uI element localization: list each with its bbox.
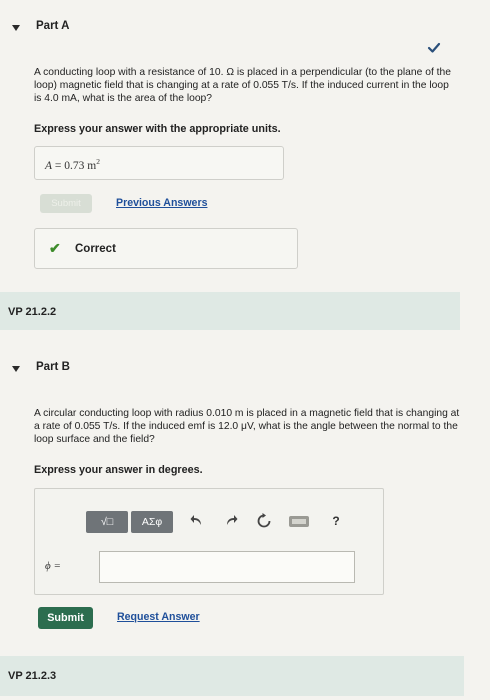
keyboard-keys <box>292 519 306 524</box>
part-a-title: Part A <box>36 20 70 32</box>
section-band-vp-21-2-2: VP 21.2.2 <box>0 292 460 330</box>
section-band-vp-21-2-3: VP 21.2.3 <box>0 656 464 696</box>
part-a-submit-button: Submit <box>40 194 92 213</box>
section-label-vp-21-2-2: VP 21.2.2 <box>8 306 57 318</box>
part-b-submit-button[interactable]: Submit <box>38 607 93 629</box>
help-button[interactable]: ? <box>329 513 343 529</box>
redo-icon[interactable] <box>223 514 239 531</box>
collapse-part-a-icon[interactable] <box>12 25 20 31</box>
correct-feedback-box: ✔ Correct <box>34 228 298 269</box>
previous-answers-link[interactable]: Previous Answers <box>116 197 207 209</box>
templates-button[interactable]: √□ <box>86 511 128 533</box>
correct-check-icon: ✔ <box>49 240 61 256</box>
part-b-title: Part B <box>36 361 70 373</box>
request-answer-link[interactable]: Request Answer <box>117 611 200 623</box>
part-a-answer-box: A = 0.73 m2 <box>34 146 284 180</box>
part-b-problem: A circular conducting loop with radius 0… <box>34 408 460 445</box>
section-label-vp-21-2-3: VP 21.2.3 <box>8 670 57 682</box>
keyboard-icon[interactable] <box>289 516 309 527</box>
part-a-instruction: Express your answer with the appropriate… <box>34 123 281 135</box>
undo-icon[interactable] <box>189 514 205 531</box>
part-a-problem: A conducting loop with a resistance of 1… <box>34 67 451 104</box>
reset-icon[interactable] <box>255 513 273 532</box>
part-a-answer: A = 0.73 m2 <box>45 157 100 172</box>
phi-answer-input[interactable] <box>99 551 355 583</box>
phi-label: ϕ = <box>45 560 61 572</box>
correct-label: Correct <box>75 243 116 255</box>
part-b-instruction: Express your answer in degrees. <box>34 464 203 476</box>
greek-symbols-button[interactable]: ΑΣφ <box>131 511 173 533</box>
check-icon <box>426 40 442 56</box>
collapse-part-b-icon[interactable] <box>12 366 20 372</box>
part-b-answer-panel: √□ ΑΣφ ? ϕ = <box>34 488 384 595</box>
